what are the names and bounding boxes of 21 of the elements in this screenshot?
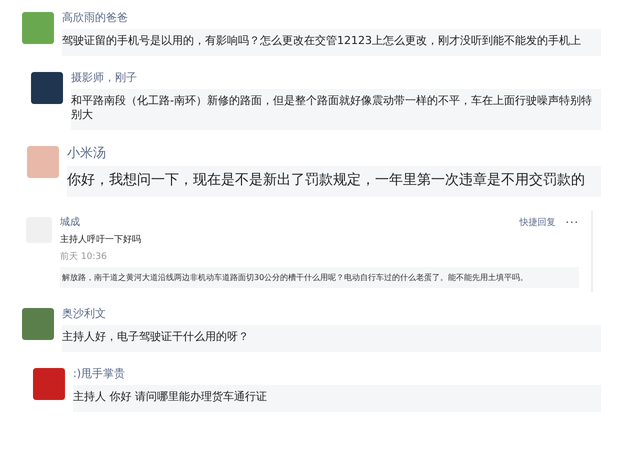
more-options-button[interactable]: ···: [566, 216, 579, 228]
comment-text: 主持人呼吁一下好吗: [60, 234, 142, 246]
avatar-photo-placeholder: [22, 12, 54, 44]
comment-text: 主持人 你好 请问哪里能办理货车通行证: [73, 385, 601, 412]
author-name[interactable]: 高欣雨的爸爸: [62, 10, 128, 25]
author-name[interactable]: 奥沙利文: [62, 306, 106, 321]
avatar-photo-placeholder: [27, 146, 59, 178]
comment-text: 主持人好，电子驾驶证干什么用的呀？: [62, 325, 601, 352]
author-name[interactable]: :)甩手掌贵: [73, 366, 125, 381]
avatar-photo-placeholder: [22, 308, 54, 340]
comment-text: 驾驶证留的手机号是以用的，有影响吗？怎么更改在交管12123上怎么更改，刚才没听到能不能发的手机上: [62, 29, 601, 56]
author-name[interactable]: 摄影师，刚子: [71, 70, 137, 85]
author-name[interactable]: 小米汤: [67, 144, 106, 162]
comment-text: 和平路南段（化工路-南环）新修的路面，但是整个路面就好像震动带一样的不平，车在上面行驶噪声特别特别大: [71, 89, 601, 130]
avatar-photo-placeholder: [33, 368, 65, 400]
quoted-message: 解放路，南干道之黄河大道沿线两边非机动车道路面切30公分的槽干什么用呢？电动自行车过的什么老蛋了。能不能先用土填平吗。: [60, 267, 579, 288]
comment-text: 你好，我想问一下，现在是不是新出了罚款规定，一年里第一次违章是不用交罚款的: [67, 166, 601, 197]
quick-reply-link[interactable]: 快捷回复: [520, 216, 556, 228]
author-name[interactable]: 城成: [60, 215, 510, 229]
timestamp: 前天 10:36: [60, 250, 108, 263]
avatar-photo-placeholder: [31, 72, 63, 104]
